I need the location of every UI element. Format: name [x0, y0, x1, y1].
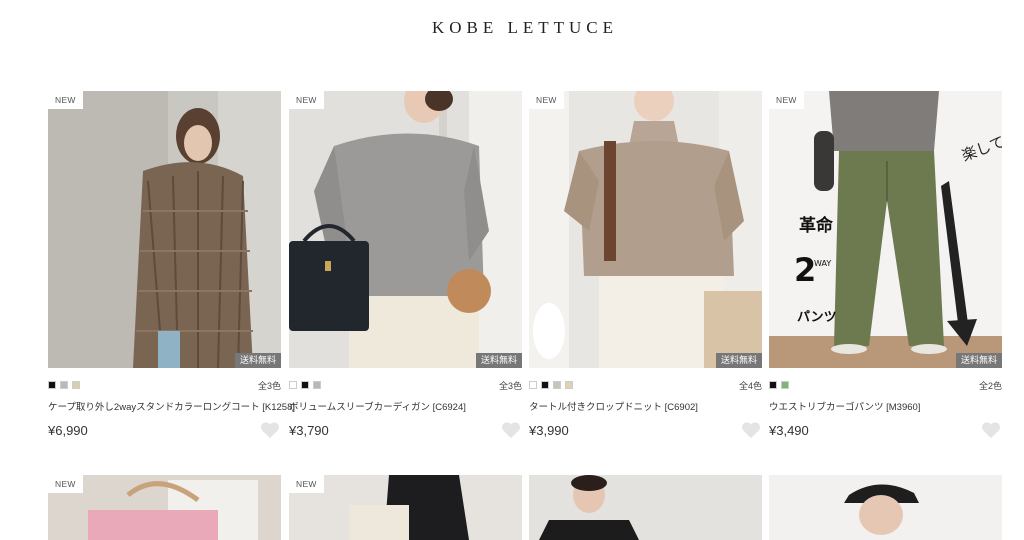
product-image[interactable]: NEW 送料無料: [48, 91, 281, 368]
color-swatch[interactable]: [60, 381, 68, 389]
color-swatch[interactable]: [529, 381, 537, 389]
color-swatches: [289, 381, 321, 389]
overlay-text-4: WAY: [814, 259, 831, 268]
product-image[interactable]: NEW: [289, 475, 522, 540]
overlay-text-5: パンツ: [797, 310, 837, 325]
product-image[interactable]: 楽して脚長! 革命 2 WAY パンツ NEW 送料無料: [769, 91, 1002, 368]
product-card[interactable]: 楽して脚長! 革命 2 WAY パンツ NEW 送料無料 全2色 ウエストリブカ…: [769, 91, 1002, 440]
color-swatch[interactable]: [553, 381, 561, 389]
product-photo-knit: [529, 91, 762, 368]
color-swatch[interactable]: [72, 381, 80, 389]
new-badge: NEW: [289, 475, 324, 493]
color-swatch[interactable]: [313, 381, 321, 389]
product-card[interactable]: NEW: [289, 475, 522, 540]
color-swatches: [529, 381, 573, 389]
color-swatch[interactable]: [781, 381, 789, 389]
favorite-heart-icon[interactable]: [259, 420, 281, 440]
product-image[interactable]: [769, 475, 1002, 540]
product-price: ¥6,990: [48, 422, 88, 438]
product-card[interactable]: [769, 475, 1002, 540]
new-badge: NEW: [48, 91, 83, 109]
product-price: ¥3,990: [529, 422, 569, 438]
color-count: 全3色: [498, 380, 522, 391]
product-card[interactable]: [529, 475, 762, 540]
color-count: 全3色: [257, 380, 281, 391]
product-card[interactable]: NEW 送料無料 全3色 ケープ取り外し2wayスタンドカラーロングコート [K…: [48, 91, 295, 440]
product-name[interactable]: ケープ取り外し2wayスタンドカラーロングコート [K1258]: [48, 399, 295, 413]
favorite-heart-icon[interactable]: [500, 420, 522, 440]
product-name[interactable]: ボリュームスリーブカーディガン [C6924]: [289, 399, 522, 413]
overlay-text-3: 2: [794, 251, 816, 289]
color-swatch[interactable]: [769, 381, 777, 389]
overlay-text-2: 革命: [799, 215, 834, 236]
color-count: 全4色: [738, 380, 762, 391]
free-shipping-badge: 送料無料: [475, 353, 522, 368]
product-image[interactable]: NEW 送料無料: [529, 91, 762, 368]
favorite-heart-icon[interactable]: [980, 420, 1002, 440]
free-shipping-badge: 送料無料: [234, 353, 281, 368]
color-swatch[interactable]: [48, 381, 56, 389]
product-image[interactable]: [529, 475, 762, 540]
color-swatches: [48, 381, 80, 389]
new-badge: NEW: [48, 475, 83, 493]
product-card[interactable]: NEW 送料無料 全4色 タートル付きクロップドニット [C6902] ¥3,9…: [529, 91, 762, 440]
new-badge: NEW: [529, 91, 564, 109]
color-swatch[interactable]: [289, 381, 297, 389]
favorite-heart-icon[interactable]: [740, 420, 762, 440]
product-photo-cardigan: [289, 91, 522, 368]
color-swatch[interactable]: [565, 381, 573, 389]
product-card[interactable]: NEW: [48, 475, 281, 540]
product-photo-cap: [769, 475, 1002, 540]
color-swatch[interactable]: [301, 381, 309, 389]
site-logo[interactable]: KOBE LETTUCE: [0, 18, 1024, 38]
color-swatch[interactable]: [541, 381, 549, 389]
product-card[interactable]: NEW 送料無料 全3色 ボリュームスリーブカーディガン [C6924] ¥3,…: [289, 91, 522, 440]
product-price: ¥3,790: [289, 422, 329, 438]
product-photo-black-top: [529, 475, 762, 540]
product-photo-cargo-pants: 楽して脚長! 革命 2 WAY パンツ: [769, 91, 1002, 368]
new-badge: NEW: [769, 91, 804, 109]
new-badge: NEW: [289, 91, 324, 109]
product-photo-top: [289, 475, 522, 540]
product-photo-coat: [48, 91, 281, 368]
color-swatches: [769, 381, 789, 389]
color-count: 全2色: [978, 380, 1002, 391]
free-shipping-badge: 送料無料: [715, 353, 762, 368]
product-image[interactable]: NEW 送料無料: [289, 91, 522, 368]
product-image[interactable]: NEW: [48, 475, 281, 540]
product-name[interactable]: ウエストリブカーゴパンツ [M3960]: [769, 399, 1002, 413]
free-shipping-badge: 送料無料: [955, 353, 1002, 368]
product-price: ¥3,490: [769, 422, 809, 438]
product-name[interactable]: タートル付きクロップドニット [C6902]: [529, 399, 762, 413]
product-photo-bag: [48, 475, 281, 540]
